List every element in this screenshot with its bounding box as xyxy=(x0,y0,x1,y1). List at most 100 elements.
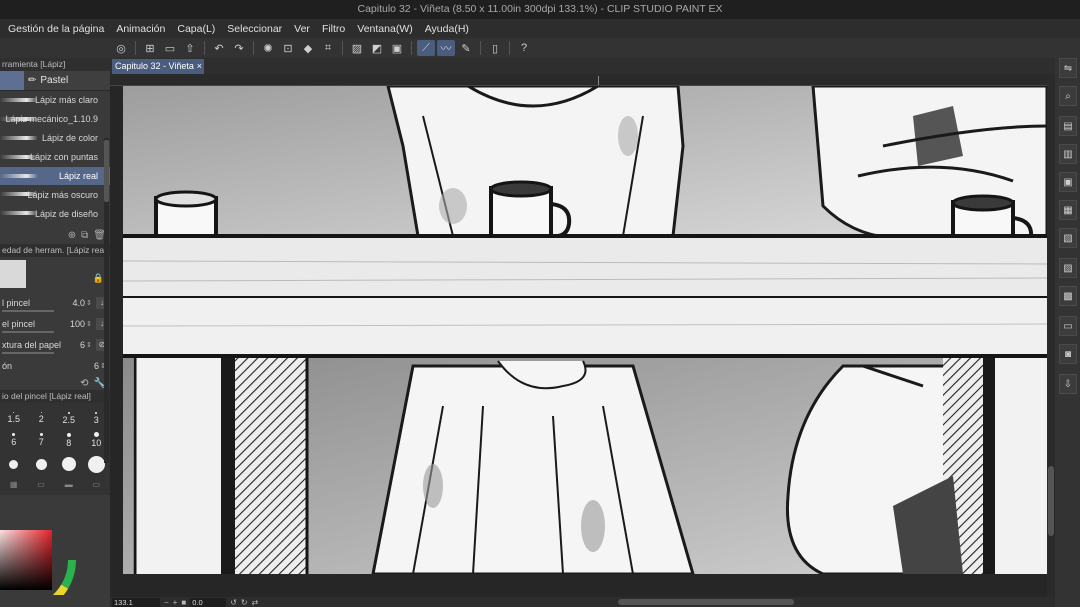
menu-animation[interactable]: Animación xyxy=(110,23,171,35)
reset-icon[interactable]: ⟲ xyxy=(80,378,88,389)
canvas-artwork[interactable] xyxy=(123,86,1047,574)
size-preset[interactable]: 2 xyxy=(30,412,52,424)
zoom-field[interactable]: 133.1 xyxy=(112,597,160,607)
lock-icon[interactable]: 🔒 xyxy=(93,273,104,284)
menu-window[interactable]: Ventana(W) xyxy=(351,23,418,35)
size-preset[interactable] xyxy=(30,458,52,470)
transform-icon[interactable]: ⊡ xyxy=(279,40,297,56)
tool-icon[interactable]: ▣ xyxy=(1059,172,1077,192)
size-preset[interactable]: 2.5 xyxy=(58,411,80,425)
open-icon[interactable]: ▭ xyxy=(161,40,179,56)
brush-item[interactable]: Lápiz más oscuro xyxy=(0,185,110,204)
pen-icon[interactable]: ✎ xyxy=(457,40,475,56)
size-preset[interactable]: 1.5 xyxy=(3,412,25,424)
property-value[interactable]: 100 xyxy=(63,319,85,329)
zoom-out-icon[interactable]: − xyxy=(164,598,169,607)
canvas-horizontal-scrollbar[interactable] xyxy=(618,599,794,605)
size-dot xyxy=(39,433,43,436)
flip-icon[interactable]: ⇄ xyxy=(252,598,259,607)
rotate-right-icon[interactable]: ↻ xyxy=(241,598,248,607)
menu-help[interactable]: Ayuda(H) xyxy=(419,23,475,35)
help-icon[interactable]: ? xyxy=(515,40,533,56)
property-slider[interactable] xyxy=(2,310,54,312)
undo-icon[interactable]: ↶ xyxy=(210,40,228,56)
crop-icon[interactable]: ⌗ xyxy=(319,40,337,56)
property-value[interactable]: 6 xyxy=(77,361,99,371)
menu-page[interactable]: Gestión de la página xyxy=(0,23,110,35)
brush-item[interactable]: Lápiz más claro xyxy=(0,91,110,110)
menu-icon[interactable]: ◎ xyxy=(112,40,130,56)
size-row: 6 7 8 10 xyxy=(0,429,110,451)
new-icon[interactable]: ⊞ xyxy=(141,40,159,56)
document-tab-label: Capitulo 32 - Viñeta xyxy=(115,61,194,71)
export-icon[interactable]: ⇩ xyxy=(1059,374,1077,394)
redo-icon[interactable]: ↷ xyxy=(230,40,248,56)
spinner-icon[interactable]: ⇕ xyxy=(86,299,94,307)
frame-icon[interactable]: ▧ xyxy=(1059,228,1077,248)
property-value[interactable]: 6 xyxy=(63,340,85,350)
property-slider[interactable] xyxy=(2,331,54,333)
brush-item[interactable]: Lápiz de color xyxy=(0,129,110,148)
size-preset[interactable] xyxy=(3,459,25,469)
size-dot xyxy=(87,455,105,473)
scrollbar-thumb[interactable] xyxy=(1048,466,1054,536)
hatch-icon[interactable]: ▨ xyxy=(348,40,366,56)
menu-layer[interactable]: Capa(L) xyxy=(171,23,221,35)
rotate-left-icon[interactable]: ↺ xyxy=(230,598,237,607)
fit-icon[interactable]: ■ xyxy=(181,598,186,607)
spinner-icon[interactable]: ⇕ xyxy=(86,341,94,349)
color-wheel-panel xyxy=(0,495,110,595)
canvas-vertical-scrollbar[interactable] xyxy=(1047,86,1055,597)
canvas-area[interactable] xyxy=(110,86,1055,597)
search-icon[interactable]: ⌕ xyxy=(1059,86,1077,106)
tablet-icon[interactable]: ▯ xyxy=(486,40,504,56)
size-preset[interactable]: 8 xyxy=(58,432,80,448)
palette-icon[interactable]: ▬ xyxy=(65,480,73,489)
size-row xyxy=(0,451,110,477)
document-tab[interactable]: Capitulo 32 - Viñeta × xyxy=(112,59,204,74)
property-slider[interactable] xyxy=(2,352,54,354)
select-icon[interactable]: ◩ xyxy=(368,40,386,56)
menu-select[interactable]: Seleccionar xyxy=(221,23,288,35)
ink-icon[interactable]: 〰 xyxy=(437,40,455,56)
brush-item[interactable]: Lápiz de diseño xyxy=(0,204,110,223)
fill-icon[interactable]: ◆ xyxy=(299,40,317,56)
scrollbar-thumb[interactable] xyxy=(104,140,109,202)
brush-item[interactable]: Lápiz con puntas xyxy=(0,148,110,167)
layers-icon[interactable]: ⇋ xyxy=(1059,58,1077,78)
save-icon[interactable]: ⇧ xyxy=(181,40,199,56)
folder-icon[interactable]: ▭ xyxy=(1059,316,1077,336)
close-icon[interactable]: × xyxy=(197,59,202,74)
brush-list-scrollbar[interactable] xyxy=(104,138,109,463)
tab-pencil[interactable] xyxy=(0,71,24,90)
brush-label: Lápiz con puntas xyxy=(29,152,98,163)
grid-icon[interactable]: ▦ xyxy=(10,480,18,489)
folder-icon[interactable]: ▭ xyxy=(93,480,101,489)
loading-icon[interactable]: ✺ xyxy=(259,40,277,56)
image-icon[interactable]: ▨ xyxy=(1059,258,1077,278)
zoom-in-icon[interactable]: + xyxy=(173,598,178,607)
angle-field[interactable]: 0.0 xyxy=(190,597,227,607)
material-icon[interactable]: ▤ xyxy=(1059,116,1077,136)
brush-item[interactable]: Lápiz mecánico_1.10.9 xyxy=(0,110,110,129)
property-value[interactable]: 4.0 xyxy=(63,298,85,308)
menu-view[interactable]: Ver xyxy=(288,23,316,35)
spinner-icon[interactable]: ⇕ xyxy=(86,320,94,328)
right-panel: ⇋ ⌕ ▤ ▥ ▣ ▦ ▧ ▨ ▩ ▭ ◙ ⇩ xyxy=(1055,38,1080,607)
tab-pastel[interactable]: ✏ Pastel xyxy=(24,71,110,90)
size-preset[interactable]: 6 xyxy=(3,433,25,447)
copy-icon[interactable]: ⧉ xyxy=(81,230,88,241)
page-icon[interactable]: ▥ xyxy=(1059,144,1077,164)
add-icon[interactable]: ⊕ xyxy=(68,230,76,241)
table-icon[interactable]: ▩ xyxy=(1059,286,1077,306)
ruler-snap-icon[interactable]: ⟋ xyxy=(417,40,435,56)
snap-icon[interactable]: ▣ xyxy=(388,40,406,56)
camera-icon[interactable]: ◙ xyxy=(1059,344,1077,364)
size-preset[interactable] xyxy=(58,457,80,471)
layer-icon[interactable]: ▭ xyxy=(37,480,45,489)
size-preset[interactable]: 7 xyxy=(30,433,52,447)
grid-icon[interactable]: ▦ xyxy=(1059,200,1077,220)
brush-item-selected[interactable]: Lápiz real xyxy=(0,166,110,186)
menu-filter[interactable]: Filtro xyxy=(316,23,351,35)
color-wheel[interactable] xyxy=(0,495,110,595)
